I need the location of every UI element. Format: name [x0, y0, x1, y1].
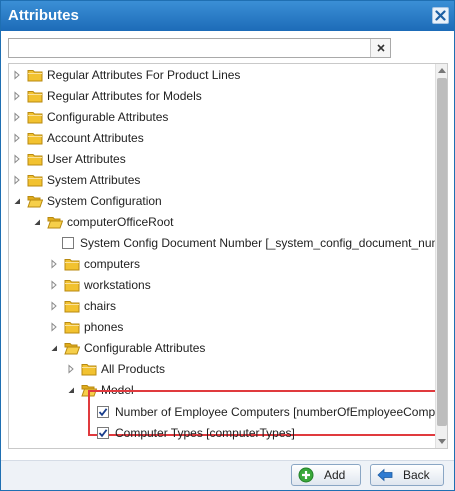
collapse-arrow-icon[interactable] [12, 196, 22, 206]
clear-icon [377, 44, 385, 52]
close-icon [435, 10, 446, 21]
tree-node-workstations[interactable]: workstations [49, 275, 151, 295]
tree-leaf-label: Computer Types [computerTypes] [115, 426, 295, 440]
tree-node-label: Configurable Attributes [47, 110, 169, 124]
expand-arrow-icon[interactable] [49, 322, 59, 332]
tree-node-label: computerOfficeRoot [67, 215, 174, 229]
tree-node-computers[interactable]: computers [49, 254, 140, 274]
folder-icon [64, 278, 80, 292]
tree-node-system-configuration[interactable]: System Configuration [12, 191, 162, 211]
scroll-down-button[interactable] [436, 436, 447, 448]
tree-node-label: System Attributes [47, 173, 141, 187]
tree-node-label: computers [84, 257, 141, 271]
expand-arrow-icon[interactable] [12, 175, 22, 185]
tree-node-configurable-attributes[interactable]: Configurable Attributes [49, 338, 205, 358]
folder-icon [27, 131, 43, 145]
attributes-dialog: Attributes Regular Attributes For Produc… [0, 0, 455, 491]
back-button[interactable]: Back [370, 464, 444, 486]
tree-leaf-label: Number of Employee Computers [numberOfEm… [115, 405, 448, 419]
collapse-arrow-icon[interactable] [32, 217, 42, 227]
folder-icon [64, 257, 80, 271]
folder-icon [81, 362, 97, 376]
tree-leaf-computer-types[interactable]: Computer Types [computerTypes] [97, 423, 295, 443]
tree-node-regular-models[interactable]: Regular Attributes for Models [12, 86, 202, 106]
expand-arrow-icon[interactable] [66, 364, 76, 374]
tree-leaf-label: System Config Document Number [_system_c… [80, 236, 448, 250]
tree-node-label: Configurable Attributes [84, 341, 206, 355]
open-folder-icon [27, 194, 43, 208]
tree-leaf-num-employee-computers[interactable]: Number of Employee Computers [numberOfEm… [97, 402, 448, 422]
folder-icon [27, 68, 43, 82]
tree-node-label: Account Attributes [47, 131, 144, 145]
tree-node-label: All Products [101, 362, 166, 376]
expand-arrow-icon[interactable] [49, 301, 59, 311]
tree-node-regular-product-lines[interactable]: Regular Attributes For Product Lines [12, 65, 240, 85]
tree-node-configurable[interactable]: Configurable Attributes [12, 107, 168, 127]
search-clear-button[interactable] [370, 39, 390, 57]
tree-node-label: Regular Attributes For Product Lines [47, 68, 241, 82]
open-folder-icon [47, 215, 63, 229]
collapse-arrow-icon[interactable] [66, 385, 76, 395]
tree-node-phones[interactable]: phones [49, 317, 123, 337]
folder-icon [27, 110, 43, 124]
back-arrow-icon [377, 467, 393, 483]
vertical-scrollbar[interactable] [435, 64, 447, 448]
collapse-arrow-icon[interactable] [49, 343, 59, 353]
expand-arrow-icon[interactable] [49, 280, 59, 290]
tree-node-all-products[interactable]: All Products [66, 359, 165, 379]
tree-leaf-system-config-doc-number[interactable]: System Config Document Number [_system_c… [62, 233, 448, 253]
tree-node-user[interactable]: User Attributes [12, 149, 126, 169]
tree-node-label: System Configuration [47, 194, 162, 208]
checkmark-icon [98, 408, 108, 417]
checkbox-num-employee-computers[interactable] [97, 406, 109, 418]
search-input[interactable] [9, 39, 370, 57]
tree-node-chairs[interactable]: chairs [49, 296, 116, 316]
folder-icon [27, 89, 43, 103]
close-button[interactable] [432, 7, 449, 24]
tree-node-label: workstations [84, 278, 151, 292]
back-button-label: Back [403, 468, 430, 482]
checkbox-system-config-doc-number[interactable] [62, 237, 74, 249]
scroll-thumb[interactable] [437, 78, 447, 426]
folder-icon [64, 299, 80, 313]
tree-node-label: chairs [84, 299, 117, 313]
dialog-body: Regular Attributes For Product Lines Reg… [1, 31, 454, 460]
arrow-down-icon [438, 439, 446, 444]
expand-arrow-icon[interactable] [12, 70, 22, 80]
open-folder-icon [64, 341, 80, 355]
search-box [8, 38, 391, 58]
dialog-footer: Add Back [1, 460, 454, 490]
attribute-tree: Regular Attributes For Product Lines Reg… [8, 63, 448, 449]
add-button[interactable]: Add [291, 464, 361, 486]
folder-icon [64, 320, 80, 334]
tree-node-system[interactable]: System Attributes [12, 170, 140, 190]
add-icon [298, 467, 314, 483]
checkmark-icon [98, 429, 108, 438]
tree-node-account[interactable]: Account Attributes [12, 128, 144, 148]
folder-icon [27, 173, 43, 187]
expand-arrow-icon[interactable] [49, 259, 59, 269]
dialog-title: Attributes [8, 7, 79, 24]
arrow-up-icon [438, 68, 446, 73]
folder-icon [27, 152, 43, 166]
tree-node-label: User Attributes [47, 152, 126, 166]
tree-node-computer-office-root[interactable]: computerOfficeRoot [32, 212, 174, 232]
expand-arrow-icon[interactable] [12, 91, 22, 101]
scroll-up-button[interactable] [436, 64, 447, 76]
expand-arrow-icon[interactable] [12, 133, 22, 143]
checkbox-computer-types[interactable] [97, 427, 109, 439]
expand-arrow-icon[interactable] [12, 154, 22, 164]
add-button-label: Add [324, 468, 346, 482]
tree-node-label: Regular Attributes for Models [47, 89, 202, 103]
title-bar[interactable]: Attributes [1, 1, 454, 31]
expand-arrow-icon[interactable] [12, 112, 22, 122]
tree-node-label: phones [84, 320, 124, 334]
